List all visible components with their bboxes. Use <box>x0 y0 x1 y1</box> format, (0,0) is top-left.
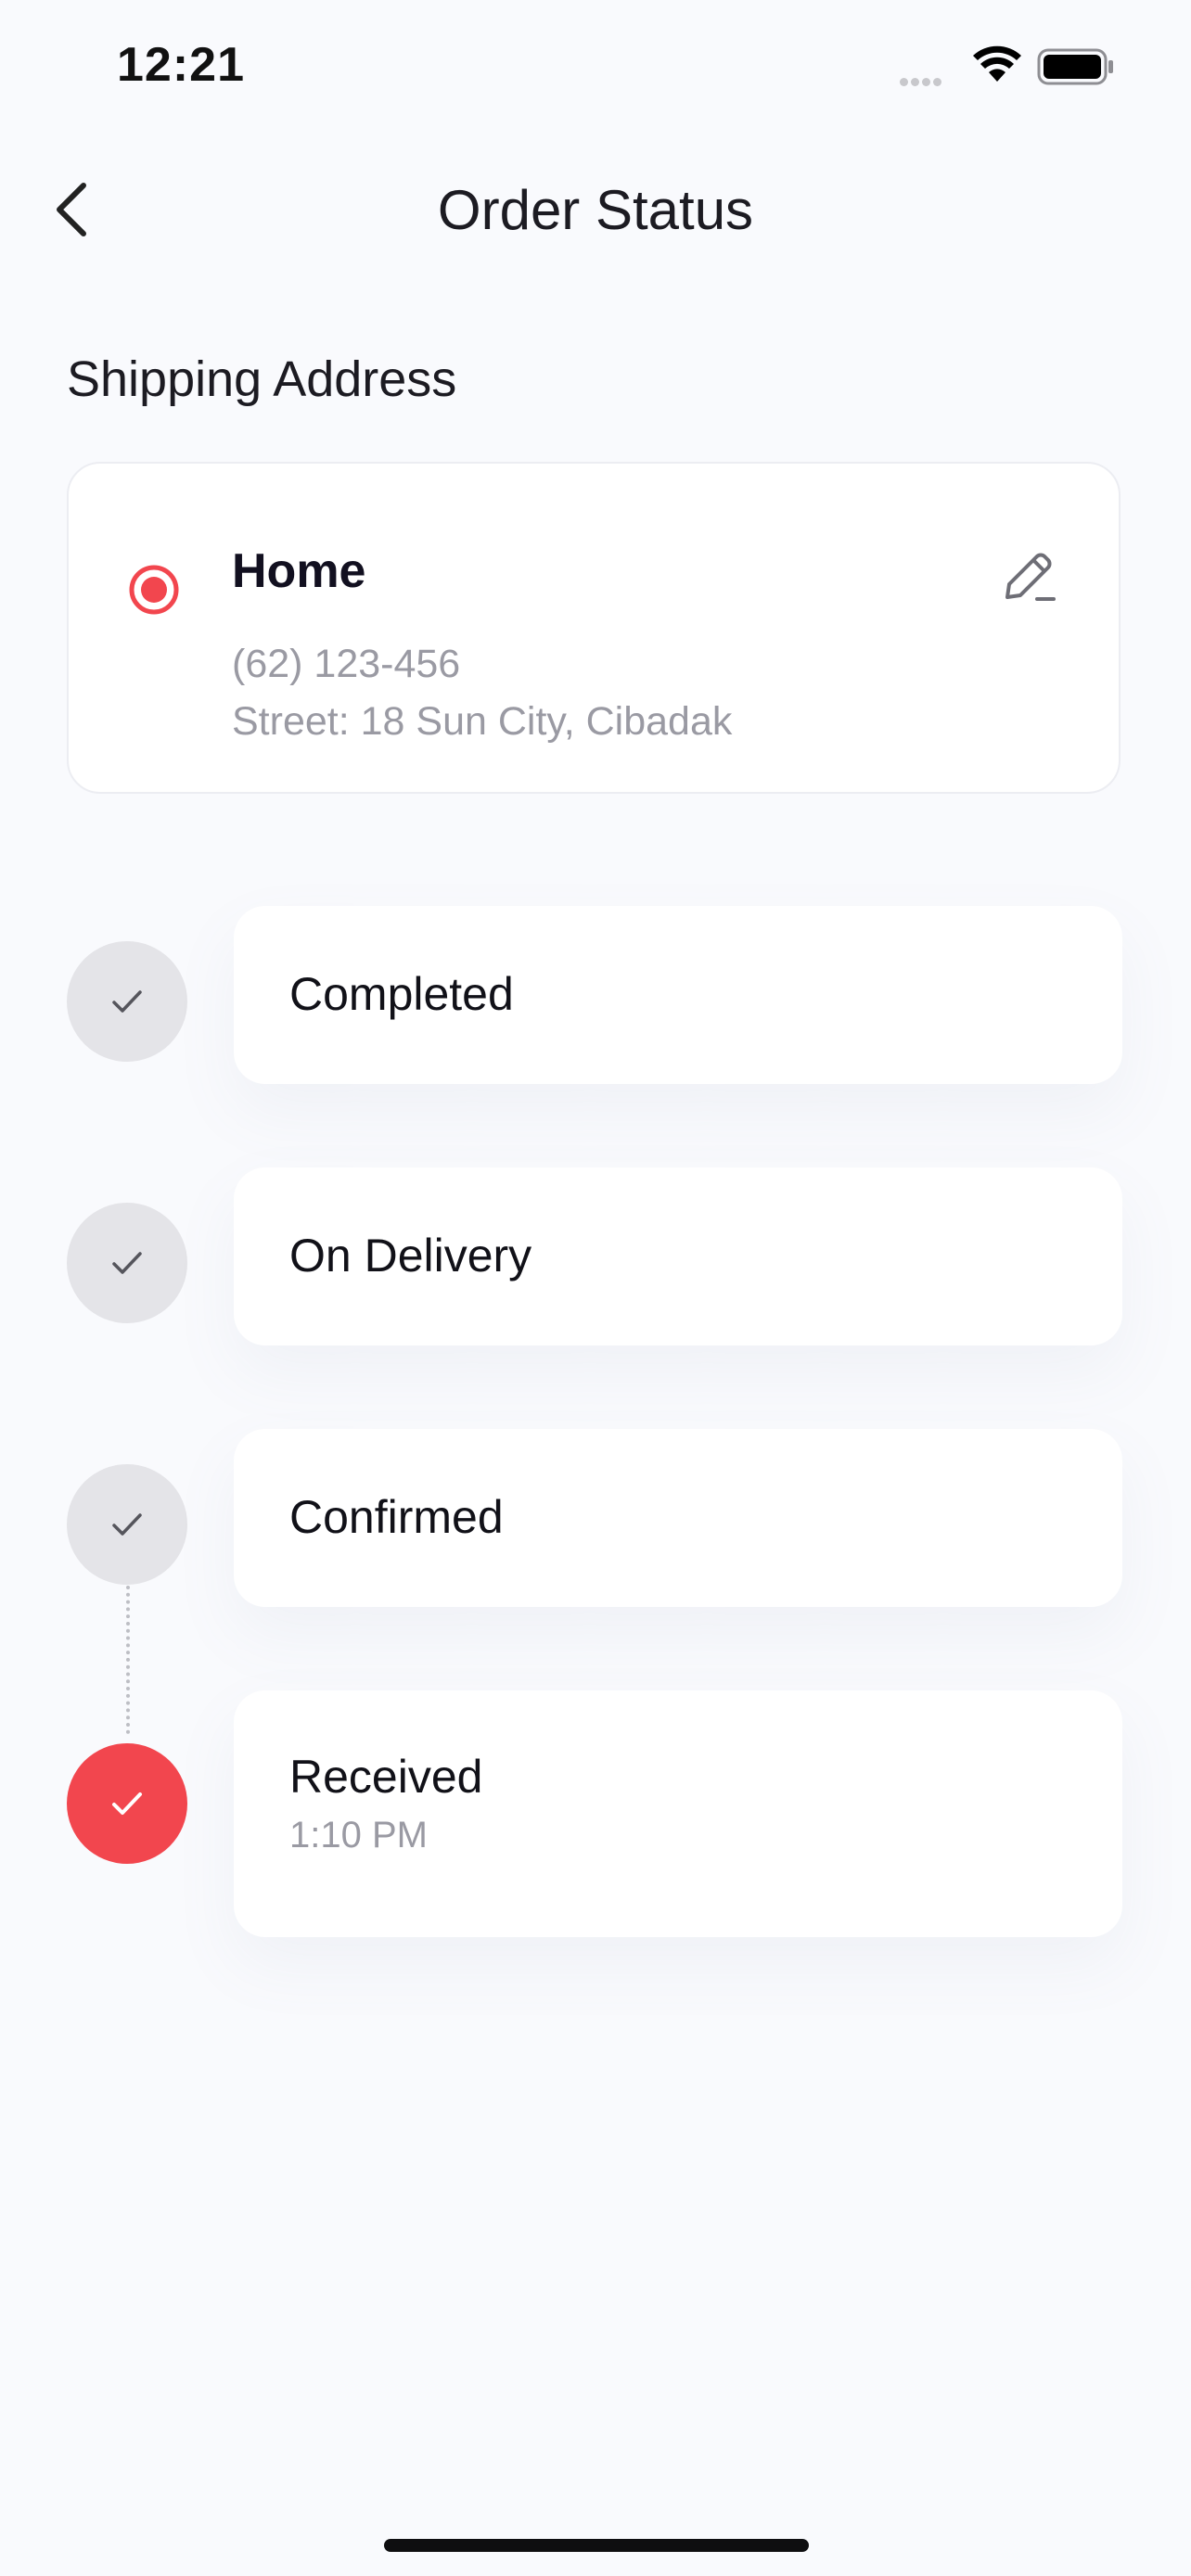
step-indicator-received <box>67 1743 187 1864</box>
cellular-signal-icon <box>900 74 944 91</box>
check-icon <box>112 1792 142 1815</box>
edit-pencil-icon <box>1005 553 1056 601</box>
check-icon <box>112 1252 142 1274</box>
status-label: On Delivery <box>289 1230 532 1282</box>
timeline-connector <box>126 1586 130 1734</box>
status-card-on-delivery[interactable]: On Delivery <box>234 1167 1122 1345</box>
check-icon <box>112 990 142 1013</box>
status-card-received[interactable]: Received 1:10 PM <box>234 1690 1122 1937</box>
status-bar: 12:21 <box>0 0 1191 130</box>
address-phone: (62) 123-456 <box>232 642 461 686</box>
status-time: 1:10 PM <box>289 1815 428 1855</box>
check-icon <box>112 1513 142 1536</box>
address-street: Street: 18 Sun City, Cibadak <box>232 699 733 744</box>
wifi-icon <box>973 45 1021 82</box>
battery-icon <box>1037 48 1113 85</box>
radio-selected-icon[interactable] <box>128 564 180 616</box>
header: Order Status <box>0 158 1191 260</box>
status-card-completed[interactable]: Completed <box>234 906 1122 1084</box>
shipping-section-title: Shipping Address <box>67 351 457 407</box>
status-label: Completed <box>289 968 514 1020</box>
status-label: Received <box>289 1751 483 1803</box>
step-indicator-completed <box>67 941 187 1062</box>
address-name: Home <box>232 544 366 598</box>
edit-address-button[interactable] <box>994 543 1065 614</box>
status-label: Confirmed <box>289 1491 504 1543</box>
page-title: Order Status <box>437 179 754 241</box>
step-indicator-on-delivery <box>67 1203 187 1323</box>
step-indicator-confirmed <box>67 1464 187 1585</box>
address-card[interactable]: Home (62) 123-456 Street: 18 Sun City, C… <box>67 462 1121 794</box>
home-indicator[interactable] <box>384 2539 809 2552</box>
status-time: 12:21 <box>117 38 245 92</box>
status-card-confirmed[interactable]: Confirmed <box>234 1429 1122 1607</box>
